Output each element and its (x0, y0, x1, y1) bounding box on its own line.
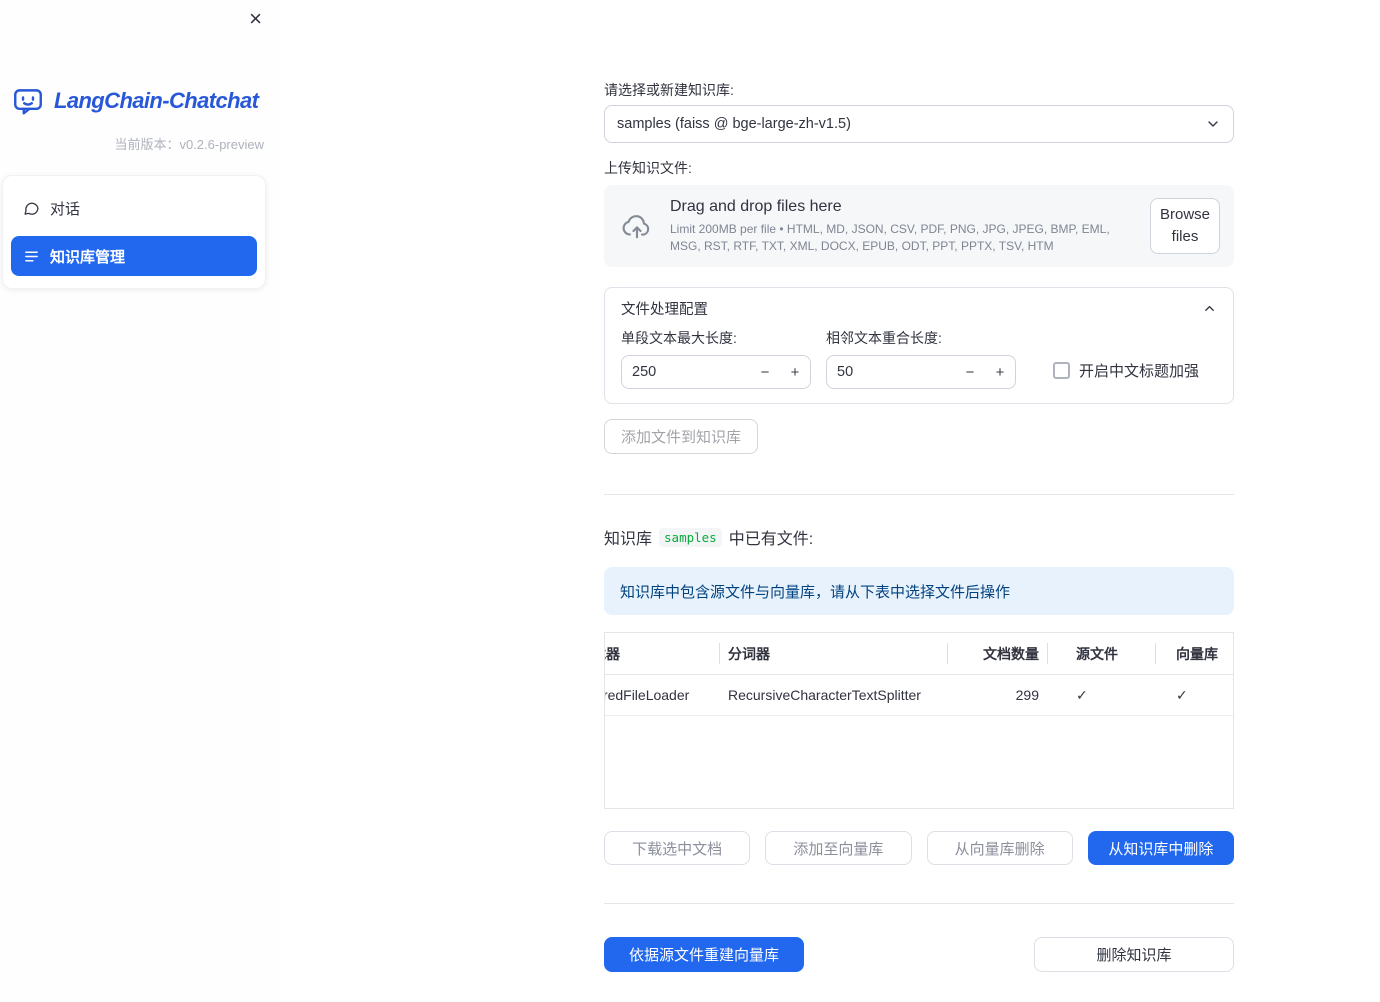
app-logo: LangChain-Chatchat (10, 84, 280, 118)
divider (604, 903, 1234, 904)
add-files-button[interactable]: 添加文件到知识库 (604, 419, 759, 454)
sidebar-item-chat[interactable]: 对话 (11, 188, 257, 228)
overlap-field: 相邻文本重合长度: 50 − + (826, 330, 1016, 389)
chevron-up-icon (1202, 301, 1217, 316)
overlap-input[interactable]: 50 (827, 364, 955, 380)
max-length-decrement-button[interactable]: − (750, 356, 780, 388)
column-header-loader[interactable]: 文档加载器 (605, 633, 720, 674)
delete-from-kb-button[interactable]: 从知识库中删除 (1087, 831, 1234, 865)
cell-splitter: RecursiveCharacterTextSplitter (728, 687, 921, 703)
overlap-increment-button[interactable]: + (985, 356, 1015, 388)
cloud-upload-icon (620, 209, 654, 243)
column-header-vector-store[interactable]: 向量库 (1156, 633, 1233, 674)
delete-kb-button[interactable]: 删除知识库 (1034, 937, 1234, 972)
delete-from-vector-store-button[interactable]: 从向量库删除 (926, 831, 1073, 865)
main-content: 请选择或新建知识库: samples (faiss @ bge-large-zh… (604, 0, 1234, 972)
sidebar-item-knowledge-base[interactable]: 知识库管理 (11, 236, 257, 276)
divider (604, 494, 1234, 495)
logo-chat-bubble-icon (10, 84, 46, 118)
overlap-decrement-button[interactable]: − (955, 356, 985, 388)
max-length-increment-button[interactable]: + (780, 356, 810, 388)
sidebar-close-icon[interactable]: × (243, 6, 268, 32)
max-length-label: 单段文本最大长度: (621, 330, 737, 346)
rebuild-vector-store-button[interactable]: 依据源文件重建向量库 (604, 937, 804, 972)
existing-files-line: 知识库 samples 中已有文件: (604, 525, 1234, 549)
upload-label: 上传知识文件: (604, 160, 692, 176)
list-icon (23, 248, 40, 265)
cell-doc-count: 299 (1015, 687, 1039, 703)
table-header-row: 文档加载器 分词器 文档数量 源文件 向量库 (605, 633, 1233, 675)
sidebar-item-knowledge-base-label: 知识库管理 (50, 248, 126, 266)
logo-text: LangChain-Chatchat (54, 88, 259, 113)
add-to-vector-store-button[interactable]: 添加至向量库 (765, 831, 912, 865)
file-dropzone[interactable]: Drag and drop files here Limit 200MB per… (604, 185, 1234, 267)
table-row[interactable]: UnstructuredFileLoader RecursiveCharacte… (605, 675, 1233, 716)
cell-loader: UnstructuredFileLoader (605, 687, 690, 703)
max-length-field: 单段文本最大长度: 250 − + (621, 330, 811, 389)
file-config-title: 文件处理配置 (621, 301, 708, 318)
dropzone-title: Drag and drop files here (670, 198, 842, 216)
existing-prefix: 知识库 (604, 531, 653, 548)
column-header-source-file[interactable]: 源文件 (1048, 633, 1156, 674)
info-banner: 知识库中包含源文件与向量库，请从下表中选择文件后操作 (604, 567, 1234, 615)
chevron-down-icon (1205, 116, 1221, 132)
kb-name-code: samples (659, 527, 722, 547)
sidebar: × LangChain-Chatchat 当前版本：v0.2.6-preview (0, 0, 280, 1002)
zh-title-checkbox[interactable]: 开启中文标题加强 (1053, 360, 1199, 381)
file-config-expander: 文件处理配置 单段文本最大长度: 250 − + 相邻文本重合长度: 50 − … (604, 287, 1234, 404)
browse-files-button[interactable]: Browse files (1150, 198, 1220, 254)
chat-bubble-icon (23, 200, 40, 217)
overlap-label: 相邻文本重合长度: (826, 330, 942, 346)
column-header-doc-count[interactable]: 文档数量 (948, 633, 1048, 674)
sidebar-item-chat-label: 对话 (50, 200, 81, 218)
dropzone-limit-text: Limit 200MB per file • HTML, MD, JSON, C… (670, 222, 1110, 253)
file-action-buttons: 下载选中文档 添加至向量库 从向量库删除 从知识库中删除 (604, 831, 1234, 865)
checkbox-box (1053, 362, 1070, 379)
existing-suffix: 中已有文件: (728, 531, 814, 548)
max-length-input[interactable]: 250 (622, 364, 750, 380)
dropzone-text: Drag and drop files here Limit 200MB per… (670, 198, 1134, 253)
files-table: 文档加载器 分词器 文档数量 源文件 向量库 UnstructuredFileL… (604, 632, 1234, 809)
overlap-stepper: 50 − + (826, 355, 1016, 389)
kb-selectbox[interactable]: samples (faiss @ bge-large-zh-v1.5) (604, 105, 1234, 143)
info-banner-text: 知识库中包含源文件与向量库，请从下表中选择文件后操作 (620, 583, 1011, 601)
cell-source-file-check: ✓ (1076, 686, 1088, 703)
kb-selected-value: samples (faiss @ bge-large-zh-v1.5) (617, 116, 851, 132)
column-header-splitter[interactable]: 分词器 (720, 633, 948, 674)
file-config-body: 单段文本最大长度: 250 − + 相邻文本重合长度: 50 − + 开启中文标… (605, 328, 1233, 403)
cell-vector-store-check: ✓ (1176, 686, 1188, 703)
kb-action-buttons: 依据源文件重建向量库 删除知识库 (604, 937, 1234, 972)
app-root: × LangChain-Chatchat 当前版本：v0.2.6-preview (0, 0, 1380, 1002)
sidebar-menu: 对话 知识库管理 (2, 175, 266, 289)
max-length-stepper: 250 − + (621, 355, 811, 389)
kb-select-label: 请选择或新建知识库: (604, 82, 734, 98)
download-selected-button[interactable]: 下载选中文档 (604, 831, 751, 865)
version-label: 当前版本：v0.2.6-preview (114, 137, 264, 152)
zh-title-checkbox-label: 开启中文标题加强 (1079, 363, 1200, 380)
file-config-expander-header[interactable]: 文件处理配置 (605, 288, 1233, 328)
